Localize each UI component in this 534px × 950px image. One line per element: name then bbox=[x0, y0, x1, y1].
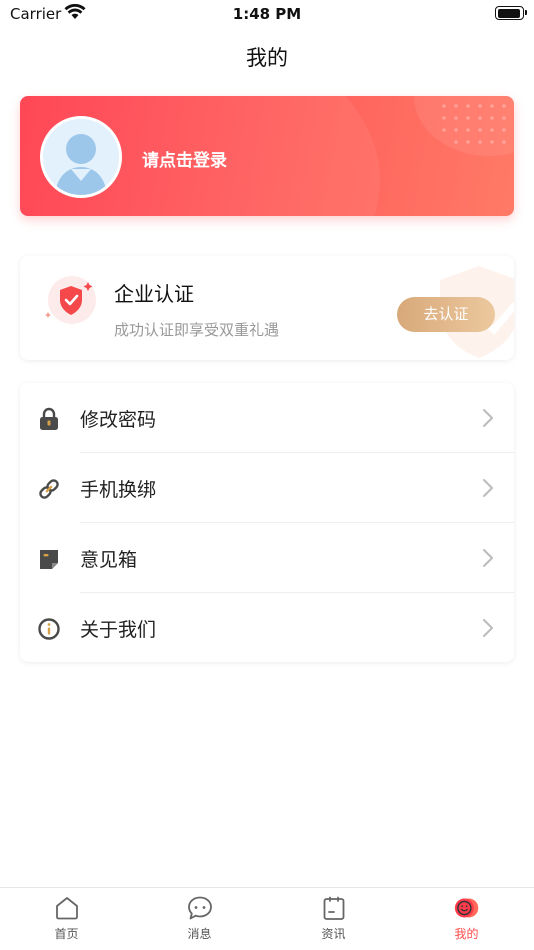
login-prompt[interactable]: 请点击登录 bbox=[142, 146, 227, 171]
settings-menu: 修改密码 手机换绑 意见箱 关于我们 bbox=[20, 383, 514, 662]
tab-news[interactable]: 资讯 bbox=[267, 888, 400, 950]
certification-title: 企业认证 bbox=[114, 282, 194, 306]
tab-home[interactable]: 首页 bbox=[0, 888, 133, 950]
tab-label: 资讯 bbox=[321, 927, 346, 941]
enterprise-certification-card: 企业认证 成功认证即享受双重礼遇 去认证 bbox=[20, 256, 514, 360]
profile-card[interactable]: 请点击登录 bbox=[20, 96, 514, 216]
chevron-right-icon bbox=[483, 549, 493, 567]
tab-label: 消息 bbox=[187, 927, 212, 941]
menu-item-label: 关于我们 bbox=[80, 619, 157, 641]
tab-mine[interactable]: 我的 bbox=[400, 888, 533, 950]
menu-item-label: 意见箱 bbox=[80, 549, 138, 571]
status-bar: Carrier 1:48 PM bbox=[0, 0, 534, 28]
status-time: 1:48 PM bbox=[232, 5, 302, 23]
profile-icon bbox=[454, 898, 479, 918]
chevron-right-icon bbox=[483, 479, 493, 497]
news-icon bbox=[323, 896, 345, 920]
battery-icon bbox=[495, 6, 527, 20]
shield-check-icon bbox=[45, 276, 96, 324]
default-avatar-icon bbox=[43, 119, 119, 195]
avatar[interactable] bbox=[40, 116, 122, 198]
dot-pattern-decoration bbox=[442, 104, 506, 144]
home-icon bbox=[56, 897, 78, 920]
page-title: 我的 bbox=[246, 46, 288, 70]
tab-label: 我的 bbox=[454, 927, 479, 941]
menu-item-change-phone[interactable]: 手机换绑 bbox=[20, 453, 514, 523]
lock-icon bbox=[40, 407, 58, 430]
nav-bar: 我的 bbox=[0, 28, 534, 84]
menu-item-label: 手机换绑 bbox=[80, 479, 157, 501]
bottom-tab-bar: 首页 消息 资讯 我的 bbox=[0, 887, 534, 950]
menu-item-about-us[interactable]: 关于我们 bbox=[20, 593, 514, 663]
link-icon bbox=[39, 479, 59, 499]
menu-item-feedback[interactable]: 意见箱 bbox=[20, 523, 514, 593]
chevron-right-icon bbox=[483, 409, 493, 427]
chat-icon bbox=[188, 896, 212, 920]
tab-messages[interactable]: 消息 bbox=[133, 888, 266, 950]
tab-label: 首页 bbox=[54, 927, 79, 941]
menu-item-change-password[interactable]: 修改密码 bbox=[20, 383, 514, 453]
menu-item-label: 修改密码 bbox=[80, 409, 157, 431]
chevron-right-icon bbox=[483, 619, 493, 637]
note-icon bbox=[40, 550, 58, 569]
certification-badge bbox=[42, 274, 98, 330]
info-icon bbox=[38, 618, 60, 640]
certification-subtitle: 成功认证即享受双重礼遇 bbox=[114, 321, 280, 339]
go-certify-button[interactable]: 去认证 bbox=[397, 297, 495, 332]
